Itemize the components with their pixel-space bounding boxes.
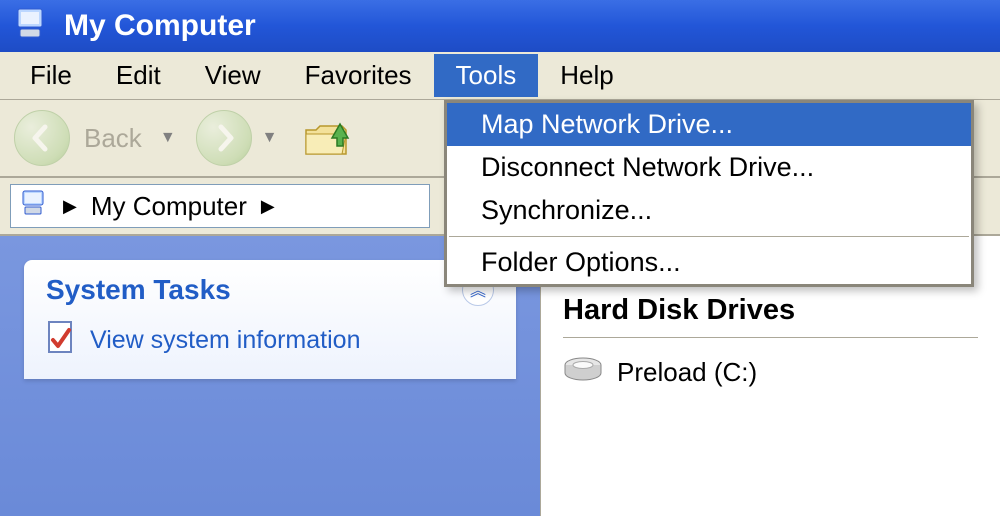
document-check-icon [46,320,76,361]
menu-tools[interactable]: Tools [434,54,539,97]
menu-bar: File Edit View Favorites Tools Help [0,52,1000,100]
section-divider [563,337,978,338]
chevron-right-icon: ▶ [63,196,77,217]
chevron-right-icon[interactable]: ▶ [261,196,275,217]
back-label: Back [84,123,142,154]
computer-icon [21,189,49,224]
back-button[interactable] [14,110,70,166]
menu-edit[interactable]: Edit [94,54,183,97]
tools-dropdown-menu: Map Network Drive... Disconnect Network … [444,100,974,287]
up-folder-button[interactable] [298,110,354,166]
hard-disk-icon [563,356,603,389]
title-bar: My Computer [0,0,1000,52]
drive-item[interactable]: Preload (C:) [563,356,978,389]
window-title: My Computer [64,9,256,43]
menu-synchronize[interactable]: Synchronize... [447,189,971,232]
menu-view[interactable]: View [183,54,283,97]
breadcrumb-item[interactable]: My Computer [91,191,247,222]
menu-file[interactable]: File [8,54,94,97]
menu-disconnect-network-drive[interactable]: Disconnect Network Drive... [447,146,971,189]
menu-separator [449,236,969,237]
menu-favorites[interactable]: Favorites [283,54,434,97]
system-tasks-panel: System Tasks ︽ View system information [24,260,516,379]
section-title: Hard Disk Drives [563,294,978,327]
menu-map-network-drive[interactable]: Map Network Drive... [447,103,971,146]
task-view-system-info[interactable]: View system information [46,320,494,361]
back-history-dropdown[interactable]: ▼ [160,129,176,147]
panel-title: System Tasks [46,274,231,306]
computer-icon [14,5,50,48]
forward-button[interactable] [196,110,252,166]
task-label: View system information [90,326,360,355]
menu-help[interactable]: Help [538,54,635,97]
menu-folder-options[interactable]: Folder Options... [447,241,971,284]
forward-history-dropdown[interactable]: ▼ [262,129,278,147]
address-field[interactable]: ▶ My Computer ▶ [10,184,430,228]
drive-label: Preload (C:) [617,357,757,388]
